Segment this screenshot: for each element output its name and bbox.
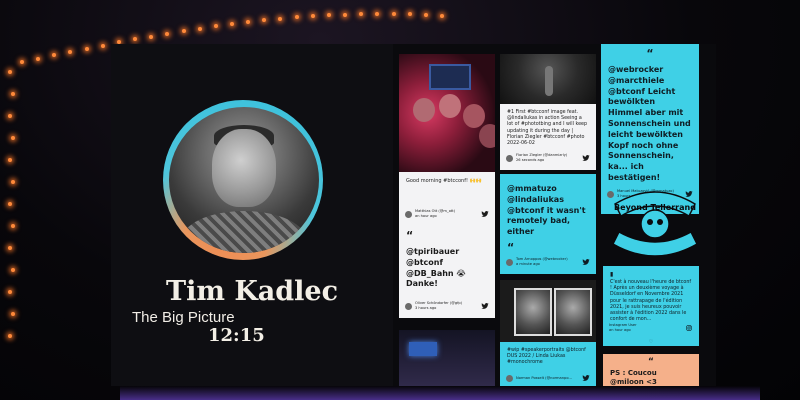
quote-icon: “: [406, 229, 414, 242]
twitter-bird-icon: [582, 375, 590, 381]
beyond-tellerrand-badge: Beyond Tellerrand: [612, 191, 698, 257]
tweet-text: @webrocker @marcthiele @btconf Leicht be…: [608, 65, 691, 182]
tweet-card-good-morning: Good morning #btcconf! 🙌🙌 Matthias Ott (…: [399, 172, 495, 226]
tweet-text: PS : Coucou @miloon <3: [610, 369, 657, 386]
tweet-text: Good morning #btcconf! 🙌🙌: [406, 178, 482, 184]
instagram-icon: [686, 325, 692, 331]
tweet-text: @tpiribauer @btconf @DB_Bahn 😭 Danke!: [406, 247, 466, 289]
stage-photo: [399, 330, 495, 386]
speaker-panel: Tim Kadlec The Big Picture 12:15: [111, 44, 393, 386]
tweet-meta: Tom Arnoppos (@webrocker) a minute ago: [506, 256, 590, 268]
tweet-card-speakerportraits: #wip #speakerportraits @btconf DUS 2022 …: [500, 280, 596, 386]
post-time: an hour ago: [609, 328, 631, 332]
quote-icon: “: [648, 357, 654, 367]
tweet-card-tpiribauer: “ @tpiribauer @btconf @DB_Bahn 😭 Danke! …: [399, 226, 495, 318]
speaker-portraits-photo: [500, 280, 596, 342]
talk-title: The Big Picture: [132, 309, 235, 326]
post-meta: Instagram User an hour ago: [609, 322, 693, 334]
tweet-time: 3 hours ago: [415, 306, 437, 310]
quote-icon: “: [507, 240, 515, 254]
tweet-text: #wip #speakerportraits @btconf DUS 2022 …: [507, 348, 586, 366]
tweet-text: @mmatuzo @lindaliukas @btconf it wasn't …: [507, 184, 586, 237]
avatar: [405, 210, 412, 218]
tweet-meta: Matthias Ott (@m_ott) an hour ago: [405, 208, 489, 220]
post-text: C'est à nouveau l'heure de btconf ! Aprè…: [610, 280, 692, 323]
avatar: [506, 258, 513, 266]
quote-icon: “: [646, 47, 654, 60]
speaker-photo: [169, 107, 319, 253]
tweet-time: a minute ago: [516, 262, 540, 266]
twitter-bird-icon: [582, 155, 590, 161]
avatar: [506, 154, 513, 162]
flag-icon: ▮: [610, 271, 614, 278]
tweet-card-coucou: “ PS : Coucou @miloon <3: [603, 354, 699, 386]
tweet-time: an hour ago: [415, 214, 437, 218]
social-wall: Good morning #btcconf! 🙌🙌 Matthias Ott (…: [393, 44, 716, 386]
tweet-card-mmatuzo: @mmatuzo @lindaliukas @btconf it wasn't …: [500, 174, 596, 274]
tweet-meta: Oliver Schöndorfer (@gfp) 3 hours ago: [405, 300, 489, 312]
stage-glow: [120, 386, 760, 400]
tweet-text: #1 First #btcconf image feat. @lindaliuk…: [507, 110, 588, 147]
badge-text: Beyond Tellerrand: [614, 203, 696, 212]
instagram-card-french: ▮ C'est à nouveau l'heure de btconf ! Ap…: [603, 266, 699, 346]
heart-icon: ♡: [648, 339, 654, 345]
twitter-bird-icon: [481, 211, 489, 217]
speaker-face: [212, 129, 276, 207]
crowd-photo-card: [399, 54, 495, 172]
speaker-name: Tim Kadlec: [166, 276, 339, 307]
projection-screen: Tim Kadlec The Big Picture 12:15 Good mo…: [111, 44, 716, 386]
avatar: [506, 374, 513, 382]
tweet-author: Norman Posselt (@normanpo...: [516, 375, 572, 380]
twitter-bird-icon: [582, 259, 590, 265]
talk-time: 12:15: [208, 325, 265, 346]
stage-photo-card: [399, 330, 495, 386]
tweet-card-first-image: #1 First #btcconf image feat. @lindaliuk…: [500, 54, 596, 170]
tweet-time: 26 seconds ago: [516, 158, 545, 162]
speaker-on-stage-photo: [500, 54, 596, 104]
tweet-meta: Florian Ziegler (@danmizrly) 26 seconds a…: [506, 152, 590, 164]
tweet-meta: Norman Posselt (@normanpo...: [506, 372, 590, 384]
twitter-bird-icon: [481, 303, 489, 309]
crowd-photo: [399, 54, 495, 172]
avatar: [405, 302, 412, 310]
speaker-shirt: [181, 211, 307, 253]
